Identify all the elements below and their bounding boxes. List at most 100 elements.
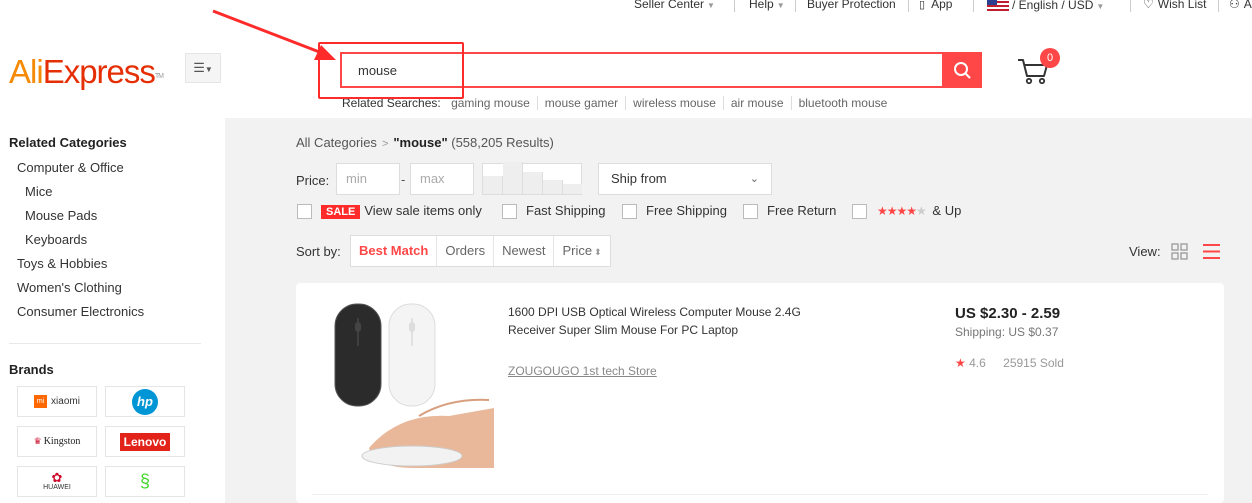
results-count: (558,205 Results)	[451, 135, 554, 150]
category-link-womens-clothing[interactable]: Women's Clothing	[17, 280, 122, 295]
category-link-mice[interactable]: Mice	[25, 184, 52, 199]
divider	[734, 0, 735, 12]
price-label: Price:	[296, 173, 330, 188]
language-currency-selector[interactable]: / English / USD ▼	[987, 0, 1104, 12]
left-sidebar: Related Categories Computer & Office Mic…	[0, 118, 225, 503]
price-min-input[interactable]: min	[336, 163, 400, 195]
ship-from-label: Ship from	[611, 171, 667, 186]
kingston-logo-icon: ♛	[33, 436, 42, 446]
histogram-bar	[483, 176, 503, 194]
chevron-down-icon: ▼	[707, 1, 715, 10]
free-shipping-checkbox[interactable]	[622, 204, 637, 219]
price-histogram[interactable]	[482, 162, 582, 195]
rating-filter-label[interactable]: ★★★★★ & Up	[877, 203, 961, 218]
sale-badge: SALE	[321, 205, 361, 219]
rating-checkbox[interactable]	[852, 204, 867, 219]
sale-filter-label[interactable]: SALE View sale items only	[321, 203, 482, 219]
wish-list-link[interactable]: ♡ Wish List	[1143, 0, 1206, 11]
logo-trademark: TM	[154, 73, 164, 80]
phone-icon: ▯	[919, 0, 926, 11]
rating-value: 4.6	[969, 356, 986, 370]
sort-orders[interactable]: Orders	[437, 236, 495, 266]
category-link-keyboards[interactable]: Keyboards	[25, 232, 87, 247]
product-image[interactable]	[329, 298, 494, 468]
brand-lenovo[interactable]: Lenovo	[105, 426, 185, 457]
category-link-mouse-pads[interactable]: Mouse Pads	[25, 208, 97, 223]
aliexpress-logo[interactable]: AliExpressTM	[9, 52, 164, 92]
sort-label: Sort by:	[296, 244, 341, 259]
histogram-bar	[523, 172, 543, 194]
fast-shipping-label[interactable]: Fast Shipping	[526, 203, 606, 218]
free-shipping-label[interactable]: Free Shipping	[646, 203, 727, 218]
divider	[973, 0, 974, 12]
sort-best-match[interactable]: Best Match	[351, 236, 438, 266]
category-link-computer-office[interactable]: Computer & Office	[17, 160, 124, 175]
sort-arrows-icon: ⬍	[594, 247, 602, 257]
divider	[1218, 0, 1219, 12]
razer-logo-icon: §	[139, 471, 150, 491]
chevron-right-icon: >	[381, 138, 389, 150]
product-card[interactable]: 1600 DPI USB Optical Wireless Computer M…	[296, 283, 1224, 503]
related-search-link[interactable]: air mouse	[723, 96, 792, 110]
search-button[interactable]	[942, 52, 982, 88]
free-return-label[interactable]: Free Return	[767, 203, 836, 218]
us-flag-icon	[987, 0, 1009, 11]
lenovo-logo-icon: Lenovo	[119, 432, 171, 451]
sidebar-divider	[9, 343, 201, 344]
star-rating-icon: ★★★★★	[877, 204, 927, 218]
buyer-protection-link[interactable]: Buyer Protection	[807, 0, 896, 11]
product-price: US $2.30 - 2.59	[955, 305, 1061, 322]
hp-logo-icon: hp	[132, 388, 158, 415]
product-title[interactable]: 1600 DPI USB Optical Wireless Computer M…	[508, 303, 838, 339]
histogram-bar	[563, 184, 582, 194]
related-search-link[interactable]: wireless mouse	[626, 96, 724, 110]
hamburger-icon: ☰▼	[193, 60, 213, 75]
card-divider	[312, 494, 1208, 495]
brand-huawei[interactable]: ✿ HUAWEI	[17, 466, 97, 497]
sort-newest[interactable]: Newest	[494, 236, 555, 266]
main-content: All Categories > "mouse" (558,205 Results)…	[225, 118, 1252, 503]
price-dash: -	[401, 172, 406, 187]
price-max-input[interactable]: max	[410, 163, 474, 195]
brand-hp[interactable]: hp	[105, 386, 185, 417]
grid-view-icon[interactable]	[1171, 243, 1188, 260]
sort-bar: Best Match Orders Newest Price ⬍	[350, 235, 611, 267]
huawei-logo-icon: ✿	[51, 470, 63, 485]
chevron-down-icon: ▼	[1096, 2, 1105, 11]
user-icon: ⚇	[1229, 0, 1240, 11]
brand-name: Kingston	[43, 436, 81, 447]
search-icon	[954, 62, 971, 79]
brand-kingston[interactable]: ♛ Kingston	[17, 426, 97, 457]
sort-price[interactable]: Price ⬍	[554, 236, 609, 266]
brand-razer[interactable]: §	[105, 466, 185, 497]
breadcrumb-query: "mouse"	[393, 135, 448, 150]
fast-shipping-checkbox[interactable]	[502, 204, 517, 219]
product-store-link[interactable]: ZOUGOUGO 1st tech Store	[508, 364, 657, 378]
breadcrumb-all-categories[interactable]: All Categories	[296, 135, 377, 150]
category-link-consumer-electronics[interactable]: Consumer Electronics	[17, 304, 144, 319]
free-return-checkbox[interactable]	[743, 204, 758, 219]
brand-name: xiaomi	[51, 396, 80, 407]
app-link[interactable]: ▯ App	[919, 0, 952, 11]
divider	[795, 0, 796, 12]
logo-ali-text: Ali	[9, 53, 44, 90]
ship-from-dropdown[interactable]: Ship from ⌄	[598, 163, 772, 195]
logo-express-text: Express	[42, 53, 156, 90]
brands-title: Brands	[9, 362, 54, 377]
product-rating: ★ 4.6 25915 Sold	[955, 356, 1064, 370]
view-label: View:	[1129, 244, 1161, 259]
help-link[interactable]: Help ▼	[749, 0, 785, 11]
brand-xiaomi[interactable]: mi xiaomi	[17, 386, 97, 417]
chevron-down-icon: ⌄	[749, 173, 759, 185]
related-search-link[interactable]: mouse gamer	[537, 96, 627, 110]
related-search-link[interactable]: bluetooth mouse	[792, 96, 895, 110]
product-shipping: Shipping: US $0.37	[955, 325, 1059, 339]
star-icon: ★	[955, 356, 966, 370]
category-menu-button[interactable]: ☰▼	[185, 53, 221, 83]
seller-center-link[interactable]: Seller Center ▼	[634, 0, 715, 11]
category-link-toys-hobbies[interactable]: Toys & Hobbies	[17, 256, 107, 271]
top-bar: Seller Center ▼ Help ▼ Buyer Protection ▯ A…	[0, 0, 1252, 14]
sale-checkbox[interactable]	[297, 204, 312, 219]
list-view-icon[interactable]	[1202, 242, 1221, 261]
account-link[interactable]: ⚇ A	[1229, 0, 1252, 11]
